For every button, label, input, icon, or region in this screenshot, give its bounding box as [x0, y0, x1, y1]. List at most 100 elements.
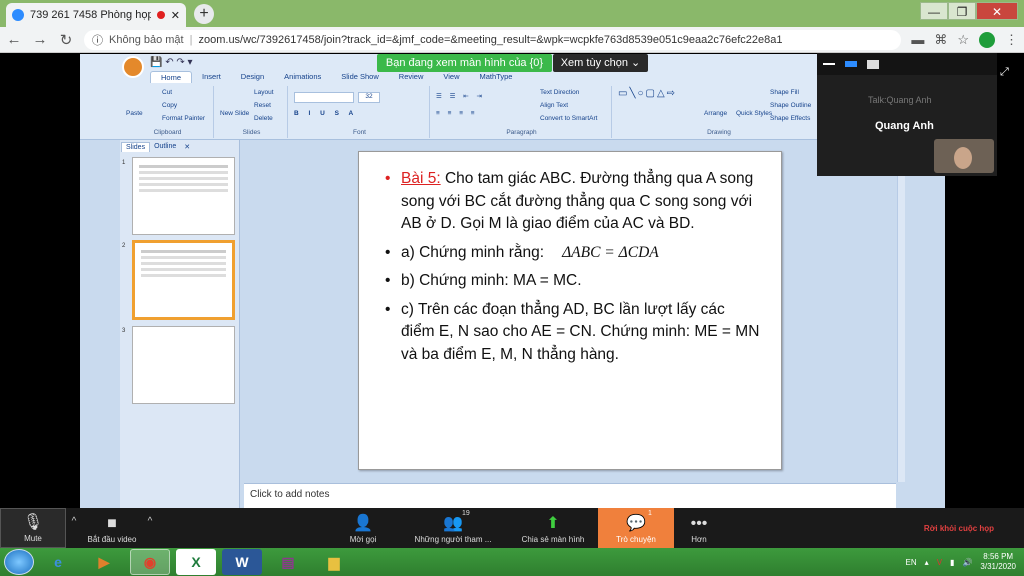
participants-button[interactable]: 19 👥 Những người tham ... — [398, 508, 508, 548]
slide-thumbnail[interactable] — [132, 157, 235, 235]
tab-close-icon[interactable]: ✕ — [171, 9, 180, 22]
language-indicator[interactable]: EN — [906, 558, 917, 567]
video-panel-controls — [817, 53, 997, 75]
notes-placeholder: Click to add notes — [250, 489, 330, 500]
bookmark-star-icon[interactable]: ☆ — [957, 32, 969, 48]
tab-outline[interactable]: Outline — [150, 142, 180, 152]
back-icon[interactable]: ← — [6, 31, 22, 48]
tab-slides[interactable]: Slides — [121, 142, 151, 152]
group-label: Slides — [242, 129, 261, 136]
font-size-box[interactable]: 32 — [358, 92, 380, 103]
align-text-button[interactable]: Align Text — [540, 102, 568, 109]
system-tray: EN ▴ V ▮ 🔊 8:56 PM 3/31/2020 — [906, 552, 1024, 572]
list-buttons[interactable]: ☰ ☰ ⇤ ⇥ — [436, 92, 485, 100]
excel-icon[interactable]: X — [176, 549, 216, 575]
slide-thumbnail[interactable] — [132, 326, 235, 404]
reload-icon[interactable]: ↻ — [58, 31, 74, 49]
tray-expand-icon[interactable]: ▴ — [925, 558, 929, 567]
chat-badge: 1 — [648, 510, 652, 517]
ribbon-tabs: Home Insert Design Animations Slide Show… — [150, 71, 522, 83]
expand-icon[interactable]: ⤢ — [1000, 66, 1009, 79]
mute-button[interactable]: 🎙 Mute — [0, 508, 66, 548]
chat-button[interactable]: 1 💬 Trò chuyện — [598, 508, 674, 548]
leave-meeting-button[interactable]: Rời khỏi cuộc họp — [894, 508, 1024, 548]
new-tab-button[interactable]: + — [194, 4, 214, 24]
ribbon-tab[interactable]: MathType — [470, 71, 523, 83]
cut-button[interactable]: Cut — [162, 89, 172, 96]
media-player-icon[interactable]: ▶ — [84, 549, 124, 575]
paste-button[interactable]: Paste — [126, 110, 143, 117]
quick-styles-button[interactable]: Quick Styles — [736, 110, 772, 117]
browser-tab[interactable]: 739 261 7458 Phòng họp cá ✕ — [6, 3, 186, 27]
ribbon-tab[interactable]: View — [433, 71, 469, 83]
vertical-scrollbar[interactable] — [897, 140, 905, 482]
video-options-caret[interactable]: ^ — [142, 508, 158, 548]
convert-smartart-button[interactable]: Convert to SmartArt — [540, 115, 597, 122]
shapes-gallery[interactable]: ▭╲○▢△⇨ — [618, 88, 677, 99]
shape-fill-button[interactable]: Shape Fill — [770, 89, 799, 96]
ribbon-tab[interactable]: Design — [231, 71, 274, 83]
cast-icon[interactable]: ▬ — [911, 32, 924, 47]
participant-name: Quang Anh — [875, 120, 934, 132]
ribbon-tab[interactable]: Slide Show — [331, 71, 389, 83]
info-icon[interactable]: ⓘ — [92, 32, 103, 48]
share-screen-button[interactable]: ⬆ Chia sẻ màn hình — [508, 508, 598, 548]
close-panel-icon[interactable]: ✕ — [180, 142, 194, 152]
forward-icon[interactable]: → — [32, 31, 48, 48]
new-slide-button[interactable]: New Slide — [220, 110, 249, 117]
align-buttons[interactable]: ≡ ≡ ≡ ≡ — [436, 110, 478, 117]
translate-icon[interactable]: ⌘ — [934, 32, 947, 48]
share-screen-icon: ⬆ — [546, 515, 560, 532]
delete-button[interactable]: Delete — [254, 115, 273, 122]
network-icon[interactable]: ▮ — [950, 558, 954, 567]
address-bar[interactable]: ⓘ Không bảo mật | zoom.us/wc/7392617458/… — [84, 29, 902, 50]
chrome-icon[interactable]: ◉ — [130, 549, 170, 575]
slide-thumbnail-selected[interactable] — [132, 240, 235, 320]
group-label: Drawing — [707, 129, 731, 136]
ribbon-tab[interactable]: Review — [389, 71, 434, 83]
profile-avatar[interactable] — [979, 31, 995, 48]
invite-button[interactable]: 👤 Mời gọi — [328, 508, 398, 548]
close-window-button[interactable]: ✕ — [976, 2, 1018, 20]
start-button[interactable] — [4, 549, 34, 575]
folder-icon[interactable]: ▆ — [314, 549, 354, 575]
clock[interactable]: 8:56 PM 3/31/2020 — [980, 552, 1016, 572]
arrange-button[interactable]: Arrange — [704, 110, 727, 117]
volume-icon[interactable]: 🔊 — [962, 558, 972, 567]
winrar-icon[interactable]: ▤ — [268, 549, 308, 575]
shape-effects-button[interactable]: Shape Effects — [770, 115, 810, 122]
zoom-meeting-toolbar: 🎙 Mute ^ ■ Bắt đầu video ^ 👤 Mời gọi 19 👥 Nhữ… — [0, 508, 1024, 548]
minimize-button[interactable]: — — [920, 2, 948, 20]
word-icon[interactable]: W — [222, 549, 262, 575]
active-speaker-view-icon[interactable] — [845, 61, 857, 67]
copy-button[interactable]: Copy — [162, 102, 177, 109]
panel-tabs: Slides Outline ✕ — [121, 142, 194, 152]
quick-access-toolbar[interactable]: 💾 ↶ ↷ ▾ — [150, 57, 193, 68]
reset-button[interactable]: Reset — [254, 102, 271, 109]
paragraph-group: ☰ ☰ ⇤ ⇥ ≡ ≡ ≡ ≡ Text Direction Align Tex… — [432, 86, 612, 138]
gallery-view-icon[interactable] — [867, 59, 879, 69]
layout-button[interactable]: Layout — [254, 89, 274, 96]
more-button[interactable]: ••• Hơn — [674, 508, 724, 548]
ie-icon[interactable]: e — [38, 549, 78, 575]
maximize-button[interactable]: ❐ — [948, 2, 976, 20]
ribbon-tab[interactable]: Animations — [274, 71, 331, 83]
menu-icon[interactable]: ⋮ — [1005, 32, 1018, 48]
font-style-buttons[interactable]: B I U S A — [294, 110, 357, 117]
ribbon-tab[interactable]: Insert — [192, 71, 231, 83]
format-painter-button[interactable]: Format Painter — [162, 115, 205, 122]
shape-outline-button[interactable]: Shape Outline — [770, 102, 811, 109]
current-slide[interactable]: Bài 5: Cho tam giác ABC. Đường thẳng qua… — [358, 151, 782, 470]
minimize-video-icon[interactable] — [823, 63, 835, 65]
text-direction-button[interactable]: Text Direction — [540, 89, 579, 96]
bullet-text: c) Trên các đoạn thẳng AD, BC lần lượt l… — [401, 300, 760, 363]
view-options-button[interactable]: Xem tùy chọn ⌄ — [553, 54, 648, 72]
font-name-box[interactable] — [294, 92, 354, 103]
antivirus-icon[interactable]: V — [937, 558, 942, 567]
audio-options-caret[interactable]: ^ — [66, 508, 82, 548]
thumb-number: 2 — [122, 243, 126, 249]
start-video-button[interactable]: ■ Bắt đầu video — [82, 508, 142, 548]
notes-pane[interactable]: Click to add notes — [244, 483, 896, 508]
office-button-icon[interactable] — [122, 56, 144, 78]
ribbon-tab[interactable]: Home — [150, 71, 193, 83]
